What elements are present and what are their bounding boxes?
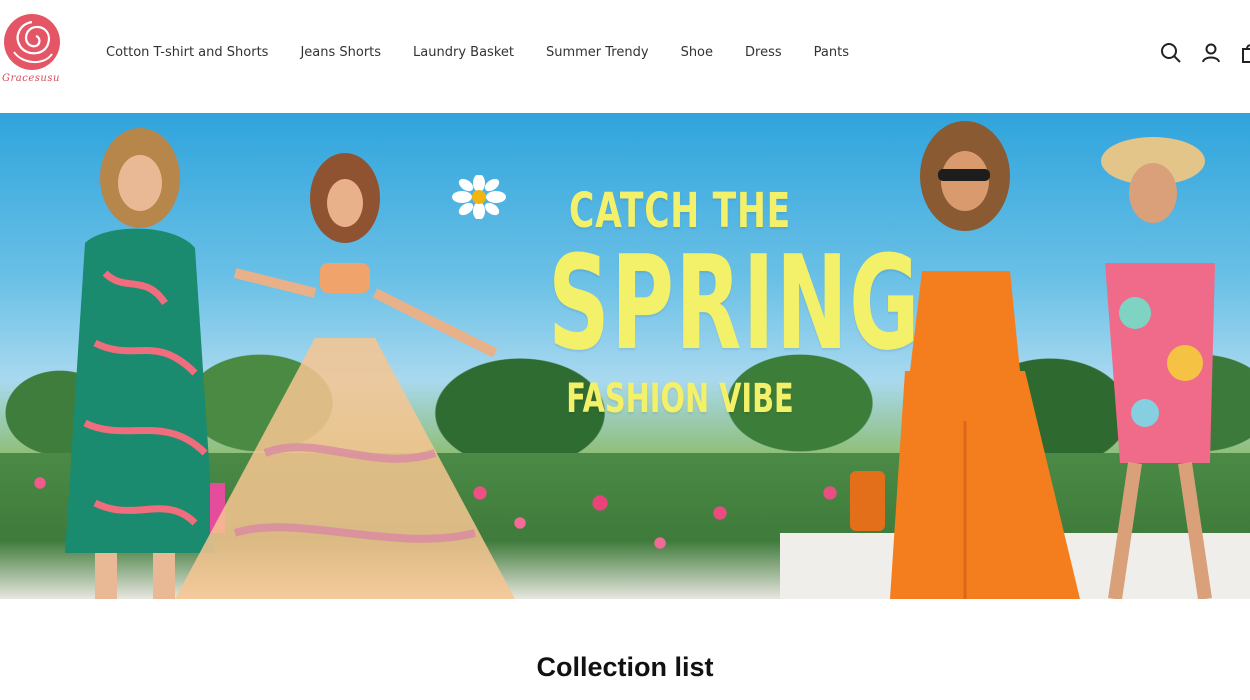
main-nav: Cotton T-shirt and Shorts Jeans Shorts L… xyxy=(106,44,881,64)
nav-item-cotton-tshirt-shorts[interactable]: Cotton T-shirt and Shorts xyxy=(106,44,268,64)
account-icon[interactable] xyxy=(1200,42,1222,64)
collection-list-title: Collection list xyxy=(536,652,714,682)
nav-item-dress[interactable]: Dress xyxy=(745,44,782,64)
brand-logo[interactable]: Gracesusu xyxy=(0,12,66,88)
cart-icon[interactable] xyxy=(1240,42,1250,64)
hero-banner[interactable]: CATCH THE SPRING FASHION VIBE xyxy=(0,113,1250,599)
rose-logo-icon xyxy=(4,14,60,70)
nav-item-shoe[interactable]: Shoe xyxy=(681,44,713,64)
nav-item-laundry-basket[interactable]: Laundry Basket xyxy=(413,44,514,64)
model-orange-jumpsuit-image xyxy=(850,121,1080,599)
brand-logo-text: Gracesusu xyxy=(2,73,60,84)
nav-item-pants[interactable]: Pants xyxy=(814,44,849,64)
hero-line-vibe: FASHION VIBE xyxy=(566,376,794,422)
hero-line-spring: SPRING xyxy=(548,227,921,379)
model-floral-minidress-image xyxy=(1101,137,1215,599)
hero-headline: CATCH THE SPRING FASHION VIBE xyxy=(480,183,921,423)
header-icons xyxy=(1150,42,1250,64)
nav-item-summer-trendy[interactable]: Summer Trendy xyxy=(546,44,649,64)
search-icon[interactable] xyxy=(1160,42,1182,64)
nav-item-jeans-shorts[interactable]: Jeans Shorts xyxy=(300,44,381,64)
site-header: Gracesusu Cotton T-shirt and Shorts Jean… xyxy=(0,0,1250,113)
model-floral-gown-image xyxy=(175,153,515,599)
